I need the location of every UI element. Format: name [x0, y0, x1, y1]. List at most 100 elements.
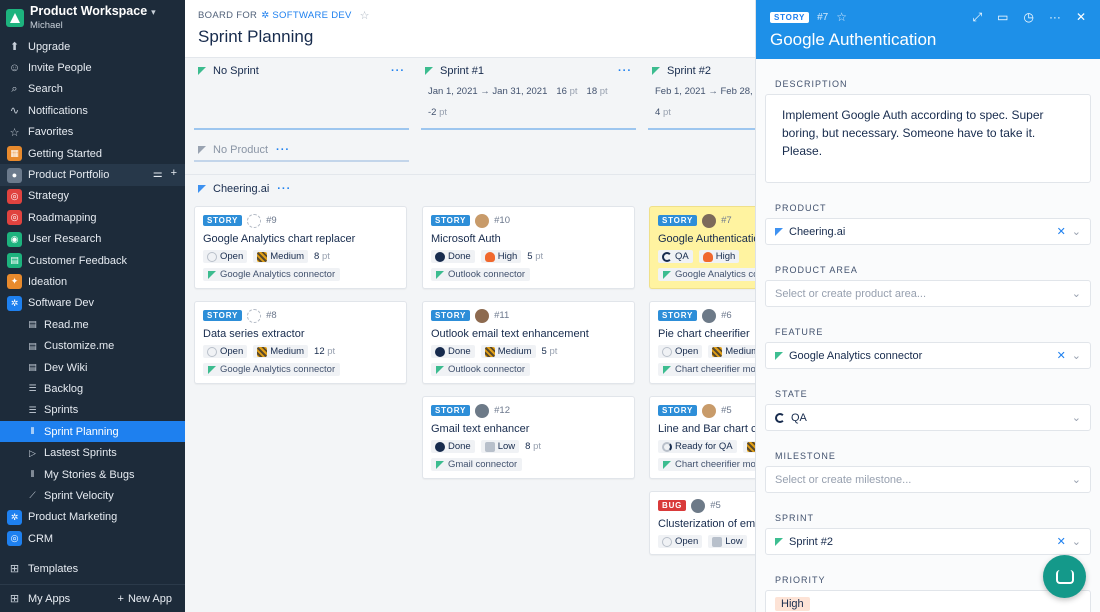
state-chip: Open	[658, 345, 703, 358]
open-state-icon	[207, 346, 217, 357]
state-chip: Open	[203, 250, 248, 263]
feature-chip: Gmail connector	[431, 458, 523, 471]
flag-icon	[663, 270, 671, 279]
crm-app-icon: ◎	[7, 531, 22, 547]
software-dev-app-icon: ✲	[7, 295, 22, 311]
product-area-select[interactable]: Select or create product area... ⌄	[765, 280, 1091, 307]
open-state-icon	[662, 536, 672, 547]
story-title[interactable]: Google Authentication	[770, 30, 1086, 50]
story-card[interactable]: STORY#6 Pie chart cheerifier Open Medium…	[649, 301, 755, 384]
ready-for-qa-state-icon	[662, 441, 672, 452]
sidebar-item-search[interactable]: ⌕ Search	[0, 79, 185, 100]
more-icon[interactable]: ···	[276, 144, 290, 156]
sidebar-item-lastest-sprints[interactable]: ▷ Lastest Sprints	[0, 442, 185, 463]
bug-card[interactable]: BUG #5 Clusterization of emo Open Low	[649, 491, 755, 555]
sidebar-item-readme[interactable]: ▤ Read.me	[0, 314, 185, 335]
expand-icon[interactable]: ⤢	[973, 10, 983, 25]
sidebar-item-roadmapping[interactable]: ◎ Roadmapping	[0, 207, 185, 228]
state-chip: Done	[431, 440, 475, 453]
new-app-button[interactable]: + New App	[118, 593, 172, 605]
app-root: Product Workspace ▾ Michael ⬆ Upgrade ☺ Inv…	[0, 0, 1100, 612]
flag-icon	[436, 365, 444, 374]
story-card-selected[interactable]: STORY #7 Google Authentication QA High Go…	[649, 206, 755, 289]
state-chip: Done	[431, 345, 475, 358]
flag-icon	[775, 537, 783, 546]
sidebar-item-software-dev[interactable]: ✲ Software Dev	[0, 293, 185, 314]
story-card[interactable]: STORY #10 Microsoft Auth Done High 5 pt O…	[422, 206, 635, 289]
sidebar-item-notifications[interactable]: ∿ Notifications	[0, 100, 185, 121]
sidebar-item-backlog[interactable]: ☰ Backlog	[0, 378, 185, 399]
my-apps-link[interactable]: My Apps	[28, 593, 70, 605]
favorite-star-icon[interactable]: ☆	[360, 9, 370, 22]
more-icon[interactable]: ···	[618, 65, 632, 77]
sidebar-item-user-research[interactable]: ◉ User Research	[0, 229, 185, 250]
story-card[interactable]: STORY #12 Gmail text enhancer Done Low 8 …	[422, 396, 635, 479]
sliders-icon[interactable]: ⚌	[153, 167, 163, 180]
story-card[interactable]: STORY #8 Data series extractor Open Mediu…	[194, 301, 407, 384]
clear-icon[interactable]: ✕	[1057, 225, 1066, 238]
close-icon[interactable]: ✕	[1076, 10, 1086, 25]
chevron-down-icon: ⌄	[1071, 350, 1081, 362]
open-state-icon	[662, 346, 672, 357]
description-field[interactable]: Implement Google Auth according to spec.…	[765, 94, 1091, 183]
sidebar-item-product-portfolio[interactable]: ● Product Portfolio ⚌ +	[0, 164, 185, 186]
priority-select[interactable]: High	[765, 590, 1091, 612]
sidebar-item-getting-started[interactable]: ▦ Getting Started	[0, 143, 185, 164]
workspace-switcher[interactable]: Product Workspace ▾ Michael	[0, 0, 185, 36]
more-icon[interactable]: ···	[391, 65, 405, 77]
sprint-delta: -2 pt	[428, 107, 448, 118]
points: 8 pt	[314, 251, 330, 262]
avatar	[247, 213, 262, 228]
sidebar-item-my-stories-bugs[interactable]: ⦀ My Stories & Bugs	[0, 464, 185, 485]
product-portfolio-app-icon: ●	[7, 167, 22, 183]
sidebar-item-dev-wiki[interactable]: ▤ Dev Wiki	[0, 357, 185, 378]
sidebar-item-customize[interactable]: ▤ Customize.me	[0, 335, 185, 356]
user-research-app-icon: ◉	[7, 231, 22, 247]
more-icon[interactable]: ···	[277, 183, 291, 195]
plus-icon[interactable]: +	[171, 167, 177, 180]
sidebar-item-sprint-planning[interactable]: ⦀ Sprint Planning	[0, 421, 185, 443]
sidebar-item-customer-feedback[interactable]: ▤ Customer Feedback	[0, 250, 185, 271]
sidebar-item-strategy[interactable]: ◎ Strategy	[0, 186, 185, 207]
more-icon[interactable]: ···	[1049, 10, 1061, 25]
sprint-select[interactable]: Sprint #2 ✕ ⌄	[765, 528, 1091, 555]
sidebar-item-invite-people[interactable]: ☺ Invite People	[0, 57, 185, 78]
sidebar-item-templates[interactable]: ⊞ Templates	[0, 557, 185, 580]
product-area-label: PRODUCT AREA	[775, 265, 858, 275]
sprint-column-sprint-2: Sprint #2 Feb 1, 2021 → Feb 28, 20 4 pt	[648, 58, 755, 130]
done-state-icon	[435, 346, 445, 357]
story-card[interactable]: STORY #11 Outlook email text enhancement …	[422, 301, 635, 384]
sidebar-item-ideation[interactable]: ✦ Ideation	[0, 271, 185, 292]
upgrade-icon: ⬆	[9, 41, 20, 54]
feature-select[interactable]: Google Analytics connector ✕ ⌄	[765, 342, 1091, 369]
state-select[interactable]: QA ⌄	[765, 404, 1091, 431]
milestone-select[interactable]: Select or create milestone... ⌄	[765, 466, 1091, 493]
history-icon[interactable]: ◷	[1023, 10, 1033, 25]
story-card[interactable]: STORY #9 Google Analytics chart replacer …	[194, 206, 407, 289]
clear-icon[interactable]: ✕	[1057, 349, 1066, 362]
roadmapping-app-icon: ◎	[7, 210, 22, 226]
feature-chip: Google Analytics connector	[203, 268, 341, 281]
medium-priority-icon	[257, 346, 268, 357]
sidebar-item-sprints[interactable]: ☰ Sprints	[0, 400, 185, 421]
sidebar-item-sprint-velocity[interactable]: ⟋ Sprint Velocity	[0, 485, 185, 506]
sidebar-item-product-marketing[interactable]: ✲ Product Marketing	[0, 507, 185, 528]
chevron-down-icon: ⌄	[1071, 288, 1081, 300]
clear-icon[interactable]: ✕	[1057, 535, 1066, 548]
sidebar-item-upgrade[interactable]: ⬆ Upgrade	[0, 36, 185, 57]
favorite-star-icon[interactable]: ☆	[836, 10, 847, 24]
no-product-row: No Product ···	[185, 133, 755, 175]
sprint-columns: No Sprint ··· Sprint #1 ··· Jan 1, 2021 → …	[185, 58, 755, 133]
story-card[interactable]: STORY #5 Line and Bar chart ch Ready for …	[649, 396, 755, 479]
chat-launcher-button[interactable]	[1043, 555, 1086, 598]
flag-icon	[198, 185, 206, 193]
sidebar-item-crm[interactable]: ◎ CRM	[0, 528, 185, 549]
bell-icon: ∿	[9, 105, 20, 118]
sidebar-item-favorites[interactable]: ☆ Favorites	[0, 122, 185, 143]
layout-icon[interactable]: ▭	[997, 10, 1008, 25]
product-select[interactable]: Cheering.ai ✕ ⌄	[765, 218, 1091, 245]
breadcrumb-app-link[interactable]: ✲ SOFTWARE DEV	[261, 10, 351, 21]
medium-priority-icon	[712, 346, 723, 357]
flag-icon	[436, 460, 444, 469]
product-marketing-app-icon: ✲	[7, 509, 22, 525]
